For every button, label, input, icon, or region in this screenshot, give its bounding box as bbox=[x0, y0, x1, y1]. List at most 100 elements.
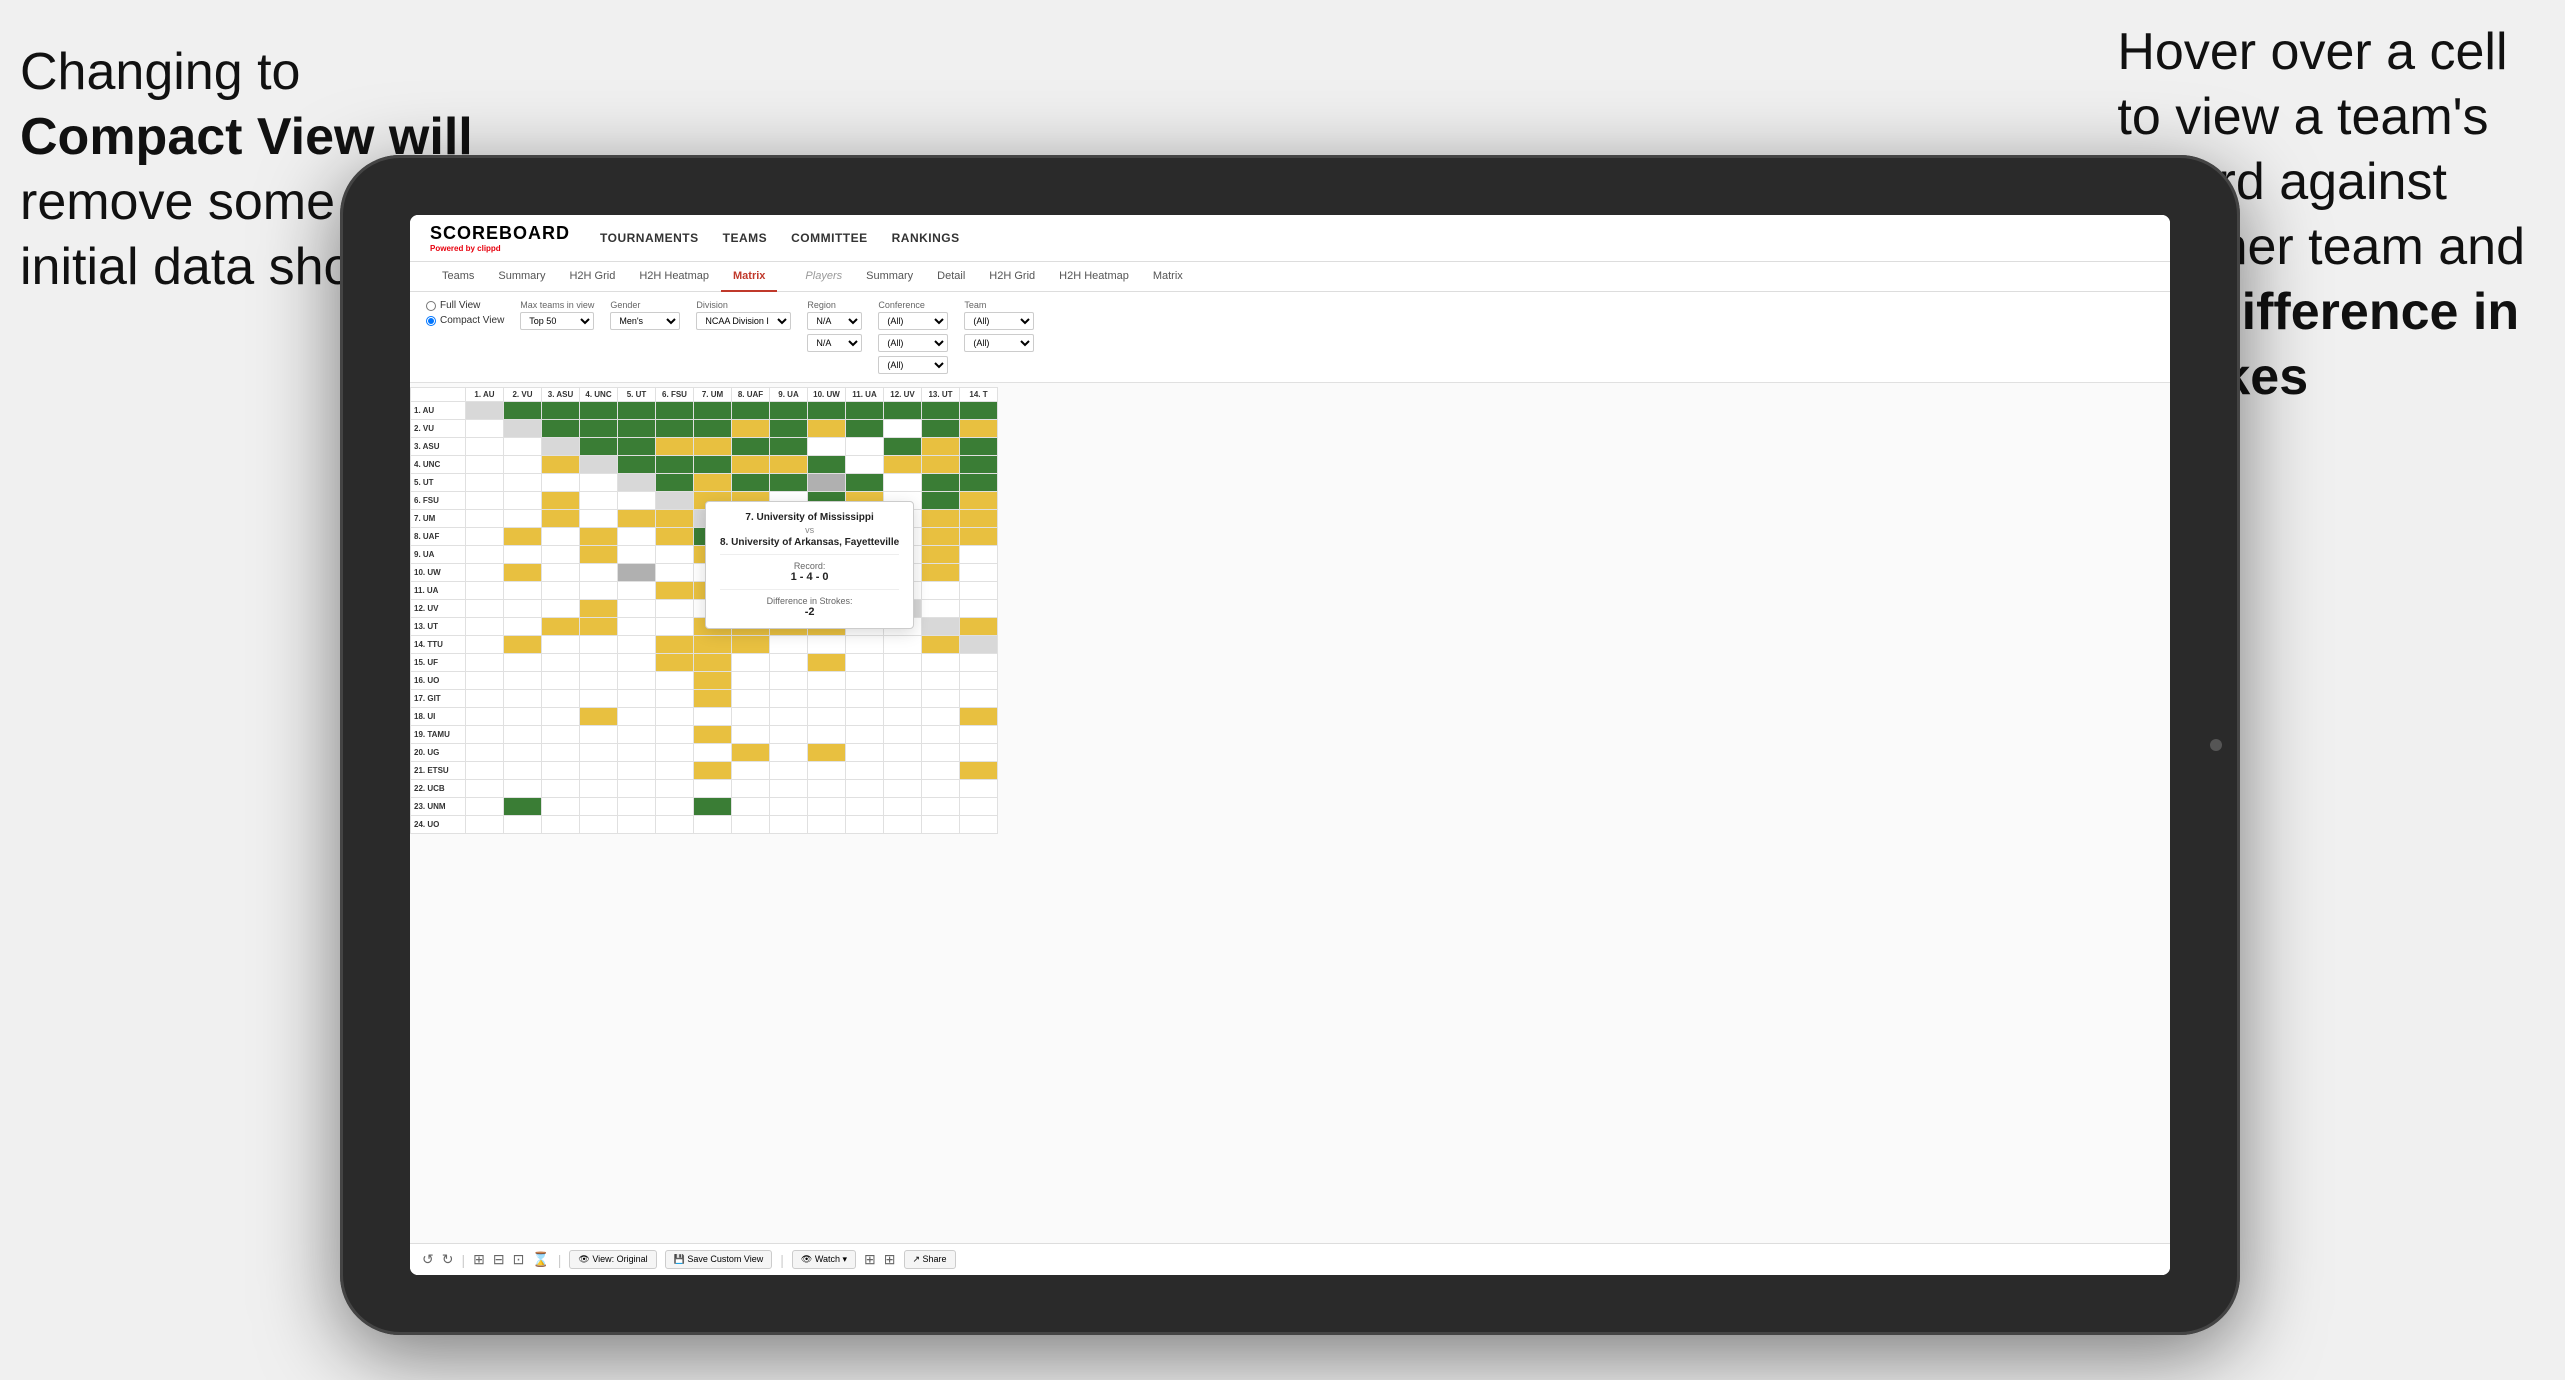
matrix-cell[interactable] bbox=[618, 636, 656, 654]
matrix-cell[interactable] bbox=[466, 564, 504, 582]
matrix-cell[interactable] bbox=[846, 762, 884, 780]
conference-select2[interactable]: (All) bbox=[878, 334, 948, 352]
matrix-cell[interactable] bbox=[922, 618, 960, 636]
compact-view-option[interactable]: Compact View bbox=[426, 315, 504, 326]
compact-view-radio[interactable] bbox=[426, 316, 436, 326]
matrix-cell[interactable] bbox=[694, 474, 732, 492]
matrix-cell[interactable] bbox=[694, 672, 732, 690]
matrix-cell[interactable] bbox=[542, 780, 580, 798]
matrix-cell[interactable] bbox=[808, 816, 846, 834]
matrix-cell[interactable] bbox=[656, 420, 694, 438]
matrix-cell[interactable] bbox=[656, 816, 694, 834]
matrix-cell[interactable] bbox=[770, 744, 808, 762]
matrix-cell[interactable] bbox=[542, 762, 580, 780]
matrix-cell[interactable] bbox=[580, 798, 618, 816]
team-select2[interactable]: (All) bbox=[964, 334, 1034, 352]
matrix-cell[interactable] bbox=[542, 708, 580, 726]
matrix-cell[interactable] bbox=[846, 672, 884, 690]
matrix-cell[interactable] bbox=[656, 510, 694, 528]
matrix-cell[interactable] bbox=[504, 654, 542, 672]
matrix-cell[interactable] bbox=[884, 456, 922, 474]
matrix-cell[interactable] bbox=[846, 636, 884, 654]
matrix-cell[interactable] bbox=[846, 798, 884, 816]
matrix-cell[interactable] bbox=[884, 672, 922, 690]
matrix-cell[interactable] bbox=[656, 618, 694, 636]
matrix-cell[interactable] bbox=[846, 690, 884, 708]
matrix-cell[interactable] bbox=[694, 690, 732, 708]
matrix-cell[interactable] bbox=[732, 672, 770, 690]
matrix-cell[interactable] bbox=[656, 582, 694, 600]
matrix-cell[interactable] bbox=[580, 564, 618, 582]
tool2[interactable]: ⊟ bbox=[493, 1251, 505, 1268]
matrix-cell[interactable] bbox=[542, 582, 580, 600]
matrix-cell[interactable] bbox=[542, 744, 580, 762]
matrix-cell[interactable] bbox=[922, 402, 960, 420]
matrix-cell[interactable] bbox=[504, 762, 542, 780]
matrix-cell[interactable] bbox=[732, 402, 770, 420]
matrix-cell[interactable] bbox=[542, 672, 580, 690]
matrix-cell[interactable] bbox=[504, 618, 542, 636]
matrix-cell[interactable] bbox=[808, 744, 846, 762]
matrix-cell[interactable] bbox=[770, 420, 808, 438]
matrix-cell[interactable] bbox=[922, 636, 960, 654]
matrix-cell[interactable] bbox=[618, 762, 656, 780]
matrix-cell[interactable] bbox=[770, 402, 808, 420]
matrix-cell[interactable] bbox=[618, 618, 656, 636]
full-view-radio[interactable] bbox=[426, 301, 436, 311]
matrix-cell[interactable] bbox=[808, 420, 846, 438]
matrix-cell[interactable] bbox=[808, 762, 846, 780]
matrix-cell[interactable] bbox=[504, 492, 542, 510]
matrix-cell[interactable] bbox=[846, 456, 884, 474]
matrix-cell[interactable] bbox=[580, 600, 618, 618]
matrix-cell[interactable] bbox=[618, 402, 656, 420]
matrix-cell[interactable] bbox=[618, 492, 656, 510]
matrix-cell[interactable] bbox=[504, 672, 542, 690]
matrix-cell[interactable] bbox=[580, 618, 618, 636]
matrix-cell[interactable] bbox=[542, 564, 580, 582]
matrix-cell[interactable] bbox=[580, 672, 618, 690]
matrix-cell[interactable] bbox=[580, 636, 618, 654]
matrix-cell[interactable] bbox=[960, 816, 998, 834]
matrix-cell[interactable] bbox=[922, 744, 960, 762]
matrix-cell[interactable] bbox=[618, 510, 656, 528]
share-btn[interactable]: ↗ Share bbox=[904, 1250, 956, 1269]
matrix-cell[interactable] bbox=[770, 726, 808, 744]
matrix-cell[interactable] bbox=[618, 564, 656, 582]
matrix-cell[interactable] bbox=[846, 816, 884, 834]
nav-teams[interactable]: TEAMS bbox=[723, 229, 768, 247]
matrix-cell[interactable] bbox=[618, 420, 656, 438]
matrix-cell[interactable] bbox=[846, 438, 884, 456]
matrix-cell[interactable] bbox=[466, 798, 504, 816]
matrix-cell[interactable] bbox=[694, 654, 732, 672]
matrix-cell[interactable] bbox=[542, 690, 580, 708]
matrix-cell[interactable] bbox=[504, 744, 542, 762]
matrix-cell[interactable] bbox=[656, 474, 694, 492]
matrix-cell[interactable] bbox=[542, 600, 580, 618]
matrix-cell[interactable] bbox=[846, 780, 884, 798]
matrix-cell[interactable] bbox=[542, 654, 580, 672]
matrix-cell[interactable] bbox=[656, 762, 694, 780]
matrix-cell[interactable] bbox=[960, 636, 998, 654]
tab-matrix[interactable]: Matrix bbox=[721, 262, 777, 292]
matrix-cell[interactable] bbox=[808, 726, 846, 744]
matrix-cell[interactable] bbox=[960, 654, 998, 672]
matrix-cell[interactable] bbox=[504, 456, 542, 474]
matrix-cell[interactable] bbox=[542, 474, 580, 492]
matrix-cell[interactable] bbox=[884, 708, 922, 726]
matrix-cell[interactable] bbox=[618, 528, 656, 546]
matrix-cell[interactable] bbox=[770, 438, 808, 456]
matrix-cell[interactable] bbox=[884, 816, 922, 834]
matrix-cell[interactable] bbox=[922, 582, 960, 600]
matrix-cell[interactable] bbox=[618, 456, 656, 474]
matrix-cell[interactable] bbox=[656, 672, 694, 690]
matrix-cell[interactable] bbox=[580, 582, 618, 600]
division-select[interactable]: NCAA Division I bbox=[696, 312, 791, 330]
matrix-cell[interactable] bbox=[656, 456, 694, 474]
matrix-cell[interactable] bbox=[466, 582, 504, 600]
matrix-cell[interactable] bbox=[466, 618, 504, 636]
matrix-cell[interactable] bbox=[960, 438, 998, 456]
view-original-btn[interactable]: 👁 View: Original bbox=[569, 1250, 656, 1269]
matrix-cell[interactable] bbox=[542, 438, 580, 456]
matrix-cell[interactable] bbox=[466, 744, 504, 762]
matrix-cell[interactable] bbox=[618, 438, 656, 456]
